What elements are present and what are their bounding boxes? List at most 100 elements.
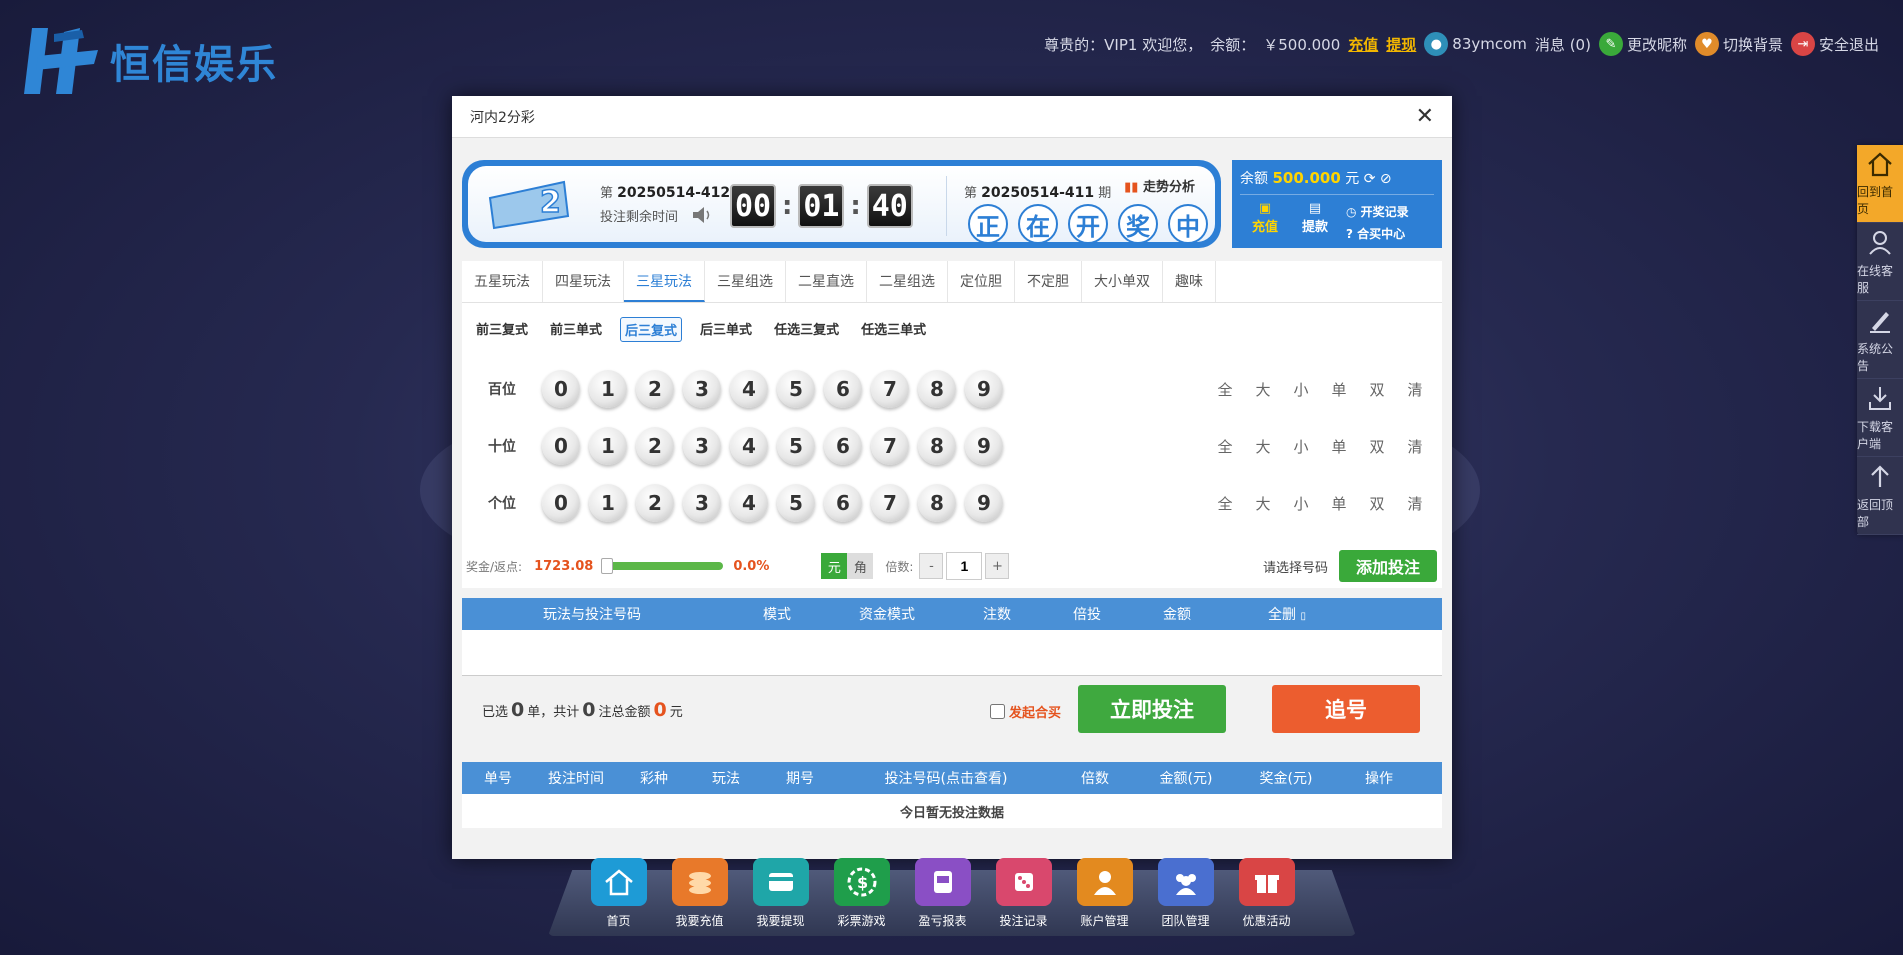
dock-account[interactable]: 账户管理 — [1076, 858, 1133, 929]
number-ball[interactable]: 6 — [824, 427, 862, 465]
number-ball[interactable]: 9 — [965, 370, 1003, 408]
multiplier-input[interactable] — [946, 552, 983, 580]
group-buy-link[interactable]: ? 合买中心 — [1346, 223, 1409, 245]
multiplier-increase-button[interactable]: + — [985, 553, 1010, 579]
quick-select-even[interactable]: 双 — [1368, 493, 1386, 514]
number-ball[interactable]: 5 — [777, 484, 815, 522]
number-ball[interactable]: 7 — [871, 484, 909, 522]
quick-select-clear[interactable]: 清 — [1406, 493, 1424, 514]
tab-indefinite[interactable]: 不定胆 — [1015, 261, 1082, 302]
sidenav-support[interactable]: 在线客服 — [1857, 223, 1903, 301]
group-buy-check[interactable] — [990, 704, 1005, 719]
sidenav-download[interactable]: 下载客户端 — [1857, 379, 1903, 457]
dock-lottery[interactable]: $ 彩票游戏 — [833, 858, 890, 929]
number-ball[interactable]: 4 — [730, 427, 768, 465]
quick-select-all[interactable]: 全 — [1216, 379, 1234, 400]
dock-bet-records[interactable]: 投注记录 — [995, 858, 1052, 929]
tab-three-star-group[interactable]: 三星组选 — [705, 261, 786, 302]
rebate-slider-handle[interactable] — [601, 558, 614, 574]
withdraw-link[interactable]: 提现 — [1386, 34, 1416, 55]
group-buy-checkbox[interactable]: 发起合买 — [990, 702, 1061, 721]
sidenav-announcement[interactable]: 系统公告 — [1857, 301, 1903, 379]
brand-logo[interactable]: 恒信娱乐 — [24, 26, 278, 96]
add-bet-button[interactable]: 添加投注 — [1339, 550, 1437, 582]
quick-select-clear[interactable]: 清 — [1406, 379, 1424, 400]
quick-select-small[interactable]: 小 — [1292, 436, 1310, 457]
dock-profit-report[interactable]: 盈亏报表 — [914, 858, 971, 929]
number-ball[interactable]: 4 — [730, 370, 768, 408]
refresh-icon[interactable]: ⟳ — [1364, 171, 1376, 187]
tab-position[interactable]: 定位胆 — [948, 261, 1015, 302]
messages-button[interactable]: 消息 (0) — [1535, 34, 1591, 55]
number-ball[interactable]: 7 — [871, 427, 909, 465]
number-ball[interactable]: 1 — [589, 484, 627, 522]
quick-select-big[interactable]: 大 — [1254, 493, 1272, 514]
mode-jiao-button[interactable]: 角 — [847, 553, 874, 579]
tab-fun[interactable]: 趣味 — [1163, 261, 1216, 302]
number-ball[interactable]: 9 — [965, 484, 1003, 522]
quick-select-even[interactable]: 双 — [1368, 379, 1386, 400]
number-ball[interactable]: 3 — [683, 427, 721, 465]
subtab-any3-single[interactable]: 任选三单式 — [857, 317, 930, 342]
number-ball[interactable]: 5 — [777, 370, 815, 408]
chase-number-button[interactable]: 追号 — [1272, 685, 1420, 733]
tab-two-star-direct[interactable]: 二星直选 — [786, 261, 867, 302]
number-ball[interactable]: 8 — [918, 370, 956, 408]
deposit-link[interactable]: 充值 — [1348, 34, 1378, 55]
number-ball[interactable]: 1 — [589, 427, 627, 465]
quick-select-even[interactable]: 双 — [1368, 436, 1386, 457]
number-ball[interactable]: 2 — [636, 484, 674, 522]
account-deposit-button[interactable]: ▣ 充值 — [1240, 201, 1290, 245]
close-icon[interactable]: ✕ — [1416, 104, 1434, 129]
number-ball[interactable]: 0 — [542, 370, 580, 408]
quick-select-small[interactable]: 小 — [1292, 493, 1310, 514]
number-ball[interactable]: 2 — [636, 427, 674, 465]
number-ball[interactable]: 2 — [636, 370, 674, 408]
delete-all-button[interactable]: 全删 ▯ — [1232, 604, 1342, 624]
multiplier-decrease-button[interactable]: - — [919, 553, 944, 579]
number-ball[interactable]: 4 — [730, 484, 768, 522]
subtab-front3-compound[interactable]: 前三复式 — [472, 317, 532, 342]
quick-select-odd[interactable]: 单 — [1330, 379, 1348, 400]
rebate-slider[interactable] — [601, 558, 724, 574]
subtab-any3-compound[interactable]: 任选三复式 — [770, 317, 843, 342]
quick-select-big[interactable]: 大 — [1254, 379, 1272, 400]
number-ball[interactable]: 3 — [683, 370, 721, 408]
dock-promotions[interactable]: 优惠活动 — [1238, 858, 1295, 929]
number-ball[interactable]: 8 — [918, 484, 956, 522]
number-ball[interactable]: 3 — [683, 484, 721, 522]
number-ball[interactable]: 6 — [824, 484, 862, 522]
bet-now-button[interactable]: 立即投注 — [1078, 685, 1226, 733]
sidenav-home[interactable]: 回到首页 — [1857, 145, 1903, 223]
number-ball[interactable]: 8 — [918, 427, 956, 465]
subtab-back3-single[interactable]: 后三单式 — [696, 317, 756, 342]
subtab-back3-compound[interactable]: 后三复式 — [620, 317, 683, 342]
account-withdraw-button[interactable]: ▤ 提款 — [1290, 201, 1340, 245]
mode-yuan-button[interactable]: 元 — [821, 553, 848, 579]
quick-select-odd[interactable]: 单 — [1330, 493, 1348, 514]
quick-select-all[interactable]: 全 — [1216, 493, 1234, 514]
tab-four-star[interactable]: 四星玩法 — [543, 261, 624, 302]
draw-records-link[interactable]: ◷ 开奖记录 — [1346, 201, 1409, 223]
user-profile-button[interactable]: ● 83ymcom — [1424, 32, 1527, 56]
switch-background-button[interactable]: ♥ 切换背景 — [1694, 32, 1783, 56]
number-ball[interactable]: 7 — [871, 370, 909, 408]
quick-select-big[interactable]: 大 — [1254, 436, 1272, 457]
quick-select-clear[interactable]: 清 — [1406, 436, 1424, 457]
tab-five-star[interactable]: 五星玩法 — [462, 261, 543, 302]
dock-withdraw[interactable]: 我要提现 — [752, 858, 809, 929]
tab-three-star[interactable]: 三星玩法 — [624, 261, 705, 302]
dock-deposit[interactable]: 我要充值 — [671, 858, 728, 929]
quick-select-small[interactable]: 小 — [1292, 379, 1310, 400]
dock-home[interactable]: 首页 — [590, 858, 647, 929]
edit-nickname-button[interactable]: ✎ 更改昵称 — [1598, 32, 1687, 56]
number-ball[interactable]: 5 — [777, 427, 815, 465]
trend-analysis-button[interactable]: ▮▮ 走势分析 — [1124, 176, 1195, 195]
logout-button[interactable]: ⇥ 安全退出 — [1790, 32, 1879, 56]
speaker-icon[interactable] — [690, 204, 714, 226]
sidenav-back-to-top[interactable]: 返回顶部 — [1857, 457, 1903, 535]
quick-select-all[interactable]: 全 — [1216, 436, 1234, 457]
dock-team[interactable]: 团队管理 — [1157, 858, 1214, 929]
number-ball[interactable]: 0 — [542, 427, 580, 465]
number-ball[interactable]: 0 — [542, 484, 580, 522]
